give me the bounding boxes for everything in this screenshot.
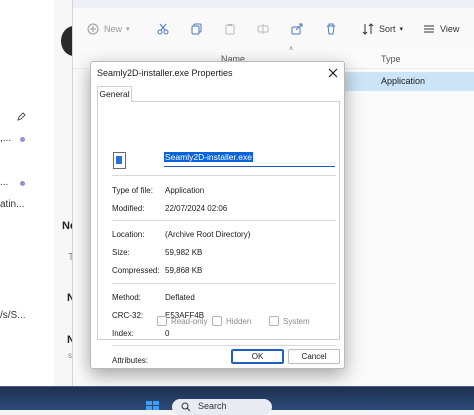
hidden-label: Hidden	[226, 316, 252, 326]
divider	[112, 283, 336, 284]
windows-logo-icon	[146, 401, 152, 405]
plus-circle-icon	[87, 23, 99, 35]
dialog-titlebar[interactable]: Seamly2D-installer.exe Properties	[91, 62, 344, 84]
chevron-up-icon: ˄	[289, 46, 294, 53]
trash-icon	[327, 23, 335, 35]
checkbox-icon	[212, 316, 222, 326]
dialog-title: Seamly2D-installer.exe Properties	[97, 68, 233, 78]
rename-button[interactable]	[257, 20, 269, 38]
paste-button[interactable]	[224, 20, 236, 38]
attributes-label: Attributes:	[112, 356, 149, 365]
chevron-down-icon: ▾	[126, 26, 130, 33]
divider	[112, 220, 336, 221]
type-value: Application	[165, 186, 205, 195]
explorer-tab-strip	[73, 0, 474, 8]
cut-button[interactable]	[157, 20, 169, 38]
index-label: Index:	[112, 329, 134, 338]
system-label: System	[283, 316, 310, 326]
compressed-value: 59,868 KB	[165, 266, 203, 275]
status-dot	[20, 137, 25, 142]
properties-dialog: Seamly2D-installer.exe Properties Genera…	[90, 61, 345, 369]
taskbar-search[interactable]: Search	[172, 399, 272, 415]
modified-value: 22/07/2024 02:06	[165, 204, 228, 213]
scissors-icon	[157, 23, 169, 35]
hidden-checkbox[interactable]: Hidden	[212, 316, 251, 326]
crc32-label: CRC-32:	[112, 311, 144, 320]
copy-icon	[191, 23, 202, 35]
size-value: 59,982 KB	[165, 248, 203, 257]
method-value: Deflated	[165, 293, 195, 302]
table-row[interactable]: Application	[345, 72, 474, 91]
divider	[112, 175, 336, 176]
list-view-icon	[424, 25, 434, 33]
close-icon[interactable]	[327, 67, 339, 79]
checkbox-icon	[269, 316, 279, 326]
row-type-cell: Application	[381, 76, 426, 86]
sort-icon	[362, 23, 374, 35]
copy-button[interactable]	[191, 20, 203, 38]
sort-button[interactable]: Sort ▾	[362, 20, 403, 38]
chevron-down-icon: ▾	[399, 26, 404, 33]
taskbar: Search	[0, 386, 474, 415]
explorer-toolbar: New ▾ Sort ▾ View	[73, 8, 474, 49]
background-text-fragment: ...	[0, 177, 9, 188]
pencil-icon[interactable]	[17, 112, 26, 121]
location-value: (Archive Root Directory)	[165, 230, 251, 239]
status-dot	[20, 181, 25, 186]
column-header-type[interactable]: Type	[381, 54, 401, 64]
background-text-fragment: ,...	[0, 133, 12, 144]
view-button[interactable]: View	[423, 20, 459, 38]
share-icon	[291, 23, 303, 35]
modified-label: Modified:	[112, 204, 145, 213]
filename-text: Seamly2D-installer.exe	[164, 152, 253, 162]
sort-button-label: Sort	[379, 24, 396, 34]
index-value: 0	[165, 329, 170, 338]
filename-field[interactable]: Seamly2D-installer.exe	[164, 152, 335, 167]
application-icon	[113, 152, 126, 169]
view-button-label: View	[440, 24, 460, 34]
divider	[112, 345, 336, 346]
tab-general[interactable]: General	[97, 86, 132, 102]
system-checkbox[interactable]: System	[269, 316, 310, 326]
search-icon	[181, 402, 191, 412]
background-text-fragment: atin...	[0, 199, 25, 210]
size-label: Size:	[112, 248, 130, 257]
background-app-panel	[0, 0, 54, 386]
location-label: Location:	[112, 230, 145, 239]
new-button[interactable]: New ▾	[87, 20, 130, 38]
checkbox-icon	[157, 316, 167, 326]
new-button-label: New	[104, 24, 123, 34]
taskbar-search-label: Search	[198, 401, 227, 411]
type-label: Type of file:	[112, 186, 153, 195]
general-tab-panel: Seamly2D-installer.exe Type of file: App…	[97, 101, 340, 365]
cancel-button[interactable]: Cancel	[288, 349, 340, 364]
share-button[interactable]	[291, 20, 303, 38]
readonly-label: Read-only	[171, 316, 208, 326]
ok-button[interactable]: OK	[231, 349, 284, 364]
background-text-fragment: /s/S...	[0, 310, 26, 321]
clipboard-icon	[225, 24, 235, 35]
method-label: Method:	[112, 293, 141, 302]
readonly-checkbox[interactable]: Read-only	[157, 316, 207, 326]
delete-button[interactable]	[325, 20, 337, 38]
compressed-label: Compressed:	[112, 266, 160, 275]
rename-icon	[257, 24, 269, 34]
